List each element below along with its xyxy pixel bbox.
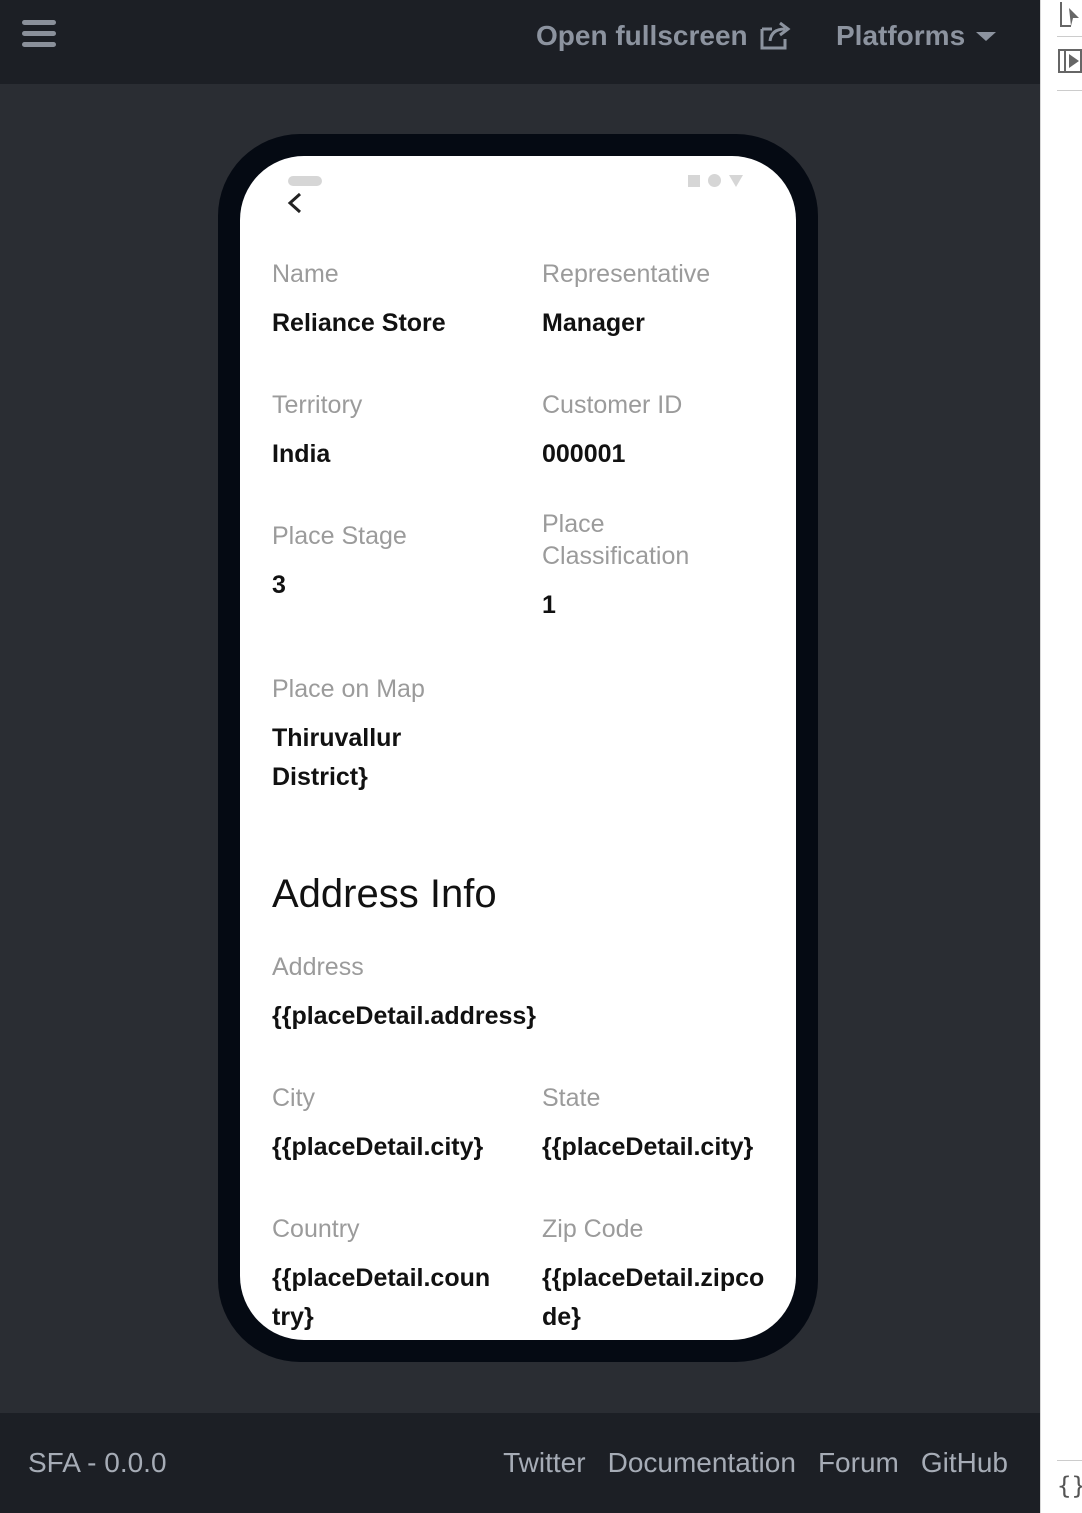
name-label: Name	[272, 260, 339, 288]
platforms-dropdown[interactable]: Platforms	[836, 18, 997, 54]
territory-label: Territory	[272, 391, 363, 419]
open-fullscreen-button[interactable]: Open fullscreen	[536, 18, 792, 54]
representative-field: Representative Manager	[542, 258, 772, 343]
external-link-icon	[760, 21, 791, 50]
territory-value: India	[272, 440, 331, 468]
zip-code-value: {{placeDetail.zipcode}	[542, 1264, 765, 1331]
name-field: Name Reliance Store	[272, 258, 502, 343]
place-on-map-field: Place on Map Thiruvallur District}	[272, 673, 442, 797]
customer-id-value: 000001	[542, 440, 626, 468]
phone-frame: Name Reliance Store Representative Manag…	[218, 134, 818, 1362]
customer-id-field: Customer ID 000001	[542, 389, 772, 474]
representative-value: Manager	[542, 309, 645, 337]
address-label: Address	[272, 953, 364, 981]
top-bar: Open fullscreen Platforms	[0, 0, 1040, 84]
customer-id-label: Customer ID	[542, 391, 683, 419]
footer: SFA - 0.0.0 Twitter Documentation Forum …	[0, 1413, 1040, 1513]
place-stage-value: 3	[272, 571, 286, 599]
address-value: {{placeDetail.address}	[272, 1002, 537, 1030]
github-link[interactable]: GitHub	[921, 1447, 1008, 1479]
country-field: Country {{placeDetail.country}	[272, 1213, 494, 1337]
country-value: {{placeDetail.country}	[272, 1264, 491, 1331]
code-icon[interactable]: {}	[1057, 1460, 1082, 1511]
platforms-label: Platforms	[836, 20, 966, 51]
footer-links: Twitter Documentation Forum GitHub	[503, 1447, 1008, 1479]
preview-panel-icon[interactable]	[1057, 40, 1082, 91]
state-value: {{placeDetail.city}	[542, 1133, 754, 1161]
place-classification-field: Place Classification 1	[542, 508, 742, 625]
circle-status-icon	[708, 174, 721, 187]
side-panel: {}	[1040, 0, 1082, 1513]
territory-field: Territory India	[272, 389, 502, 474]
city-field: City {{placeDetail.city}	[272, 1082, 502, 1167]
inspect-icon[interactable]	[1057, 0, 1082, 37]
address-field: Address {{placeDetail.address}	[272, 951, 672, 1036]
representative-label: Representative	[542, 260, 711, 288]
place-on-map-value: Thiruvallur District}	[272, 724, 402, 791]
square-status-icon	[688, 174, 700, 187]
state-field: State {{placeDetail.city}	[542, 1082, 772, 1167]
address-info-heading: Address Info	[272, 872, 497, 916]
open-fullscreen-label: Open fullscreen	[536, 20, 748, 51]
city-value: {{placeDetail.city}	[272, 1133, 484, 1161]
place-classification-label: Place Classification	[542, 510, 690, 570]
triangle-status-icon	[729, 174, 743, 187]
back-chevron-icon[interactable]	[280, 186, 310, 220]
country-label: Country	[272, 1215, 360, 1243]
caret-down-icon	[976, 32, 997, 41]
name-value: Reliance Store	[272, 309, 446, 337]
state-label: State	[542, 1084, 601, 1112]
twitter-link[interactable]: Twitter	[503, 1447, 585, 1479]
speaker-notch	[288, 176, 322, 186]
phone-screen: Name Reliance Store Representative Manag…	[240, 156, 796, 1340]
city-label: City	[272, 1084, 316, 1112]
status-bar	[688, 174, 743, 187]
place-on-map-label: Place on Map	[272, 675, 425, 703]
zip-code-field: Zip Code {{placeDetail.zipcode}	[542, 1213, 768, 1337]
place-stage-label: Place Stage	[272, 522, 407, 550]
zip-code-label: Zip Code	[542, 1215, 644, 1243]
hamburger-menu-icon[interactable]	[22, 20, 56, 48]
version-label: SFA - 0.0.0	[28, 1447, 167, 1478]
place-stage-field: Place Stage 3	[272, 520, 502, 605]
documentation-link[interactable]: Documentation	[608, 1447, 796, 1479]
place-classification-value: 1	[542, 591, 556, 619]
forum-link[interactable]: Forum	[818, 1447, 899, 1479]
